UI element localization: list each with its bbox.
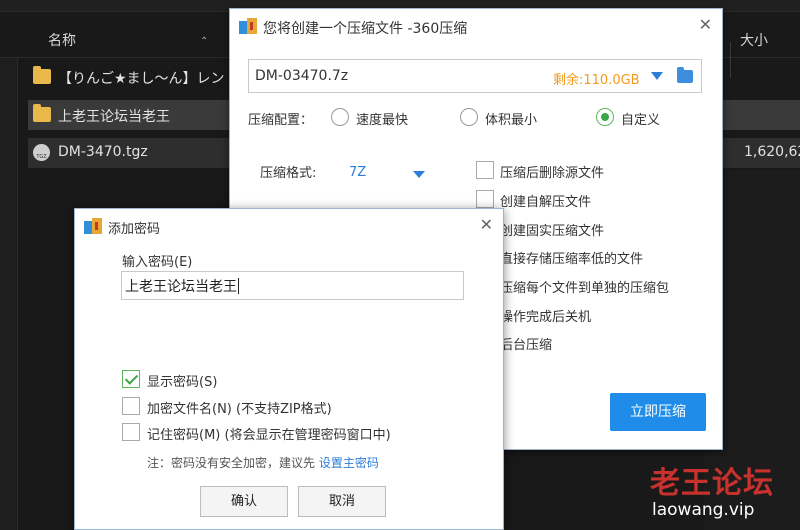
close-icon[interactable]: ✕	[699, 15, 712, 34]
radio-circle[interactable]	[596, 108, 614, 126]
checkbox[interactable]	[122, 370, 140, 388]
option-label[interactable]: 创建固实压缩文件	[500, 220, 604, 239]
sort-chevron-icon: ⌃	[200, 36, 209, 47]
text-caret	[238, 278, 239, 294]
radio-circle[interactable]	[331, 108, 349, 126]
format-dropdown-icon[interactable]	[413, 171, 425, 178]
radio-circle[interactable]	[460, 108, 478, 126]
folder-icon	[33, 104, 51, 122]
radio-label[interactable]: 体积最小	[485, 109, 537, 128]
radio-label[interactable]: 自定义	[621, 109, 660, 128]
checkbox[interactable]	[476, 190, 494, 208]
column-header-size[interactable]: 大小	[740, 30, 768, 50]
watermark-url: laowang.vip	[652, 500, 755, 520]
compress-now-button[interactable]: 立即压缩	[610, 393, 706, 431]
file-name: 【りんご★まし～ん】レン	[58, 71, 225, 87]
close-icon[interactable]: ✕	[480, 215, 493, 234]
password-input[interactable]: 上老王论坛当老王	[121, 271, 464, 300]
checkbox[interactable]	[122, 397, 140, 415]
password-input-value[interactable]: 上老王论坛当老王	[125, 276, 239, 296]
site-watermark: 老王论坛 laowang.vip	[640, 456, 790, 526]
password-text[interactable]: 上老王论坛当老王	[125, 279, 237, 295]
cancel-button[interactable]: 取消	[298, 486, 386, 517]
password-label: 输入密码(E)	[122, 255, 193, 270]
tgz-icon-label: TGZ	[36, 154, 47, 160]
option-label[interactable]: 压缩每个文件到单独的压缩包	[500, 277, 669, 296]
path-dropdown-icon[interactable]	[651, 72, 663, 80]
add-password-dialog: 添加密码 ✕ 输入密码(E) 上老王论坛当老王 显示密码(S) 加密文件名(N)…	[74, 208, 504, 530]
file-name: DM-3470.tgz	[58, 144, 148, 160]
checkbox[interactable]	[122, 423, 140, 441]
radio-label[interactable]: 速度最快	[356, 109, 408, 128]
option-label[interactable]: 压缩后删除源文件	[500, 162, 604, 181]
option-label[interactable]: 直接存储压缩率低的文件	[500, 248, 643, 267]
360zip-app-icon	[84, 218, 102, 234]
option-label[interactable]: 后台压缩	[500, 334, 552, 353]
security-note: 注：密码没有安全加密，建议先 设置主密码	[147, 454, 379, 471]
dialog-titlebar[interactable]: 添加密码 ✕	[75, 209, 503, 241]
note-text: 注：密码没有安全加密，建议先	[147, 456, 319, 470]
format-label: 压缩格式:	[260, 166, 317, 181]
checkbox[interactable]	[476, 161, 494, 179]
dialog-title: 您将创建一个压缩文件 -360压缩	[263, 21, 468, 37]
360zip-app-icon	[239, 18, 257, 34]
archive-path-value[interactable]: DM-03470.7z	[255, 68, 348, 84]
archive-path-field[interactable]: DM-03470.7z 剩余:110.0GB	[248, 59, 702, 93]
checkbox-label[interactable]: 显示密码(S)	[147, 371, 217, 390]
folder-icon	[33, 66, 51, 84]
watermark-text: 老王论坛	[650, 466, 774, 501]
format-select-value[interactable]: 7Z	[349, 165, 366, 180]
set-master-password-link[interactable]: 设置主密码	[319, 456, 379, 470]
file-name: 上老王论坛当老王	[58, 109, 170, 125]
column-header-name[interactable]: 名称	[48, 30, 76, 50]
browse-folder-icon[interactable]	[677, 67, 693, 83]
file-size: 1,620,62	[744, 144, 800, 160]
explorer-nav-pane[interactable]	[0, 58, 18, 530]
confirm-button[interactable]: 确认	[200, 486, 288, 517]
dialog-title: 添加密码	[108, 222, 161, 237]
option-label[interactable]: 操作完成后关机	[500, 306, 591, 325]
checkbox-label[interactable]: 加密文件名(N) (不支持ZIP格式)	[147, 398, 332, 417]
free-space-label: 剩余:110.0GB	[553, 73, 640, 88]
checkbox-label[interactable]: 记住密码(M) (将会显示在管理密码窗口中)	[147, 424, 391, 443]
dialog-titlebar[interactable]: 您将创建一个压缩文件 -360压缩 ✕	[230, 9, 722, 43]
archive-tgz-icon: TGZ	[33, 144, 50, 161]
compress-config-label: 压缩配置：	[248, 113, 314, 128]
option-label[interactable]: 创建自解压文件	[500, 191, 591, 210]
